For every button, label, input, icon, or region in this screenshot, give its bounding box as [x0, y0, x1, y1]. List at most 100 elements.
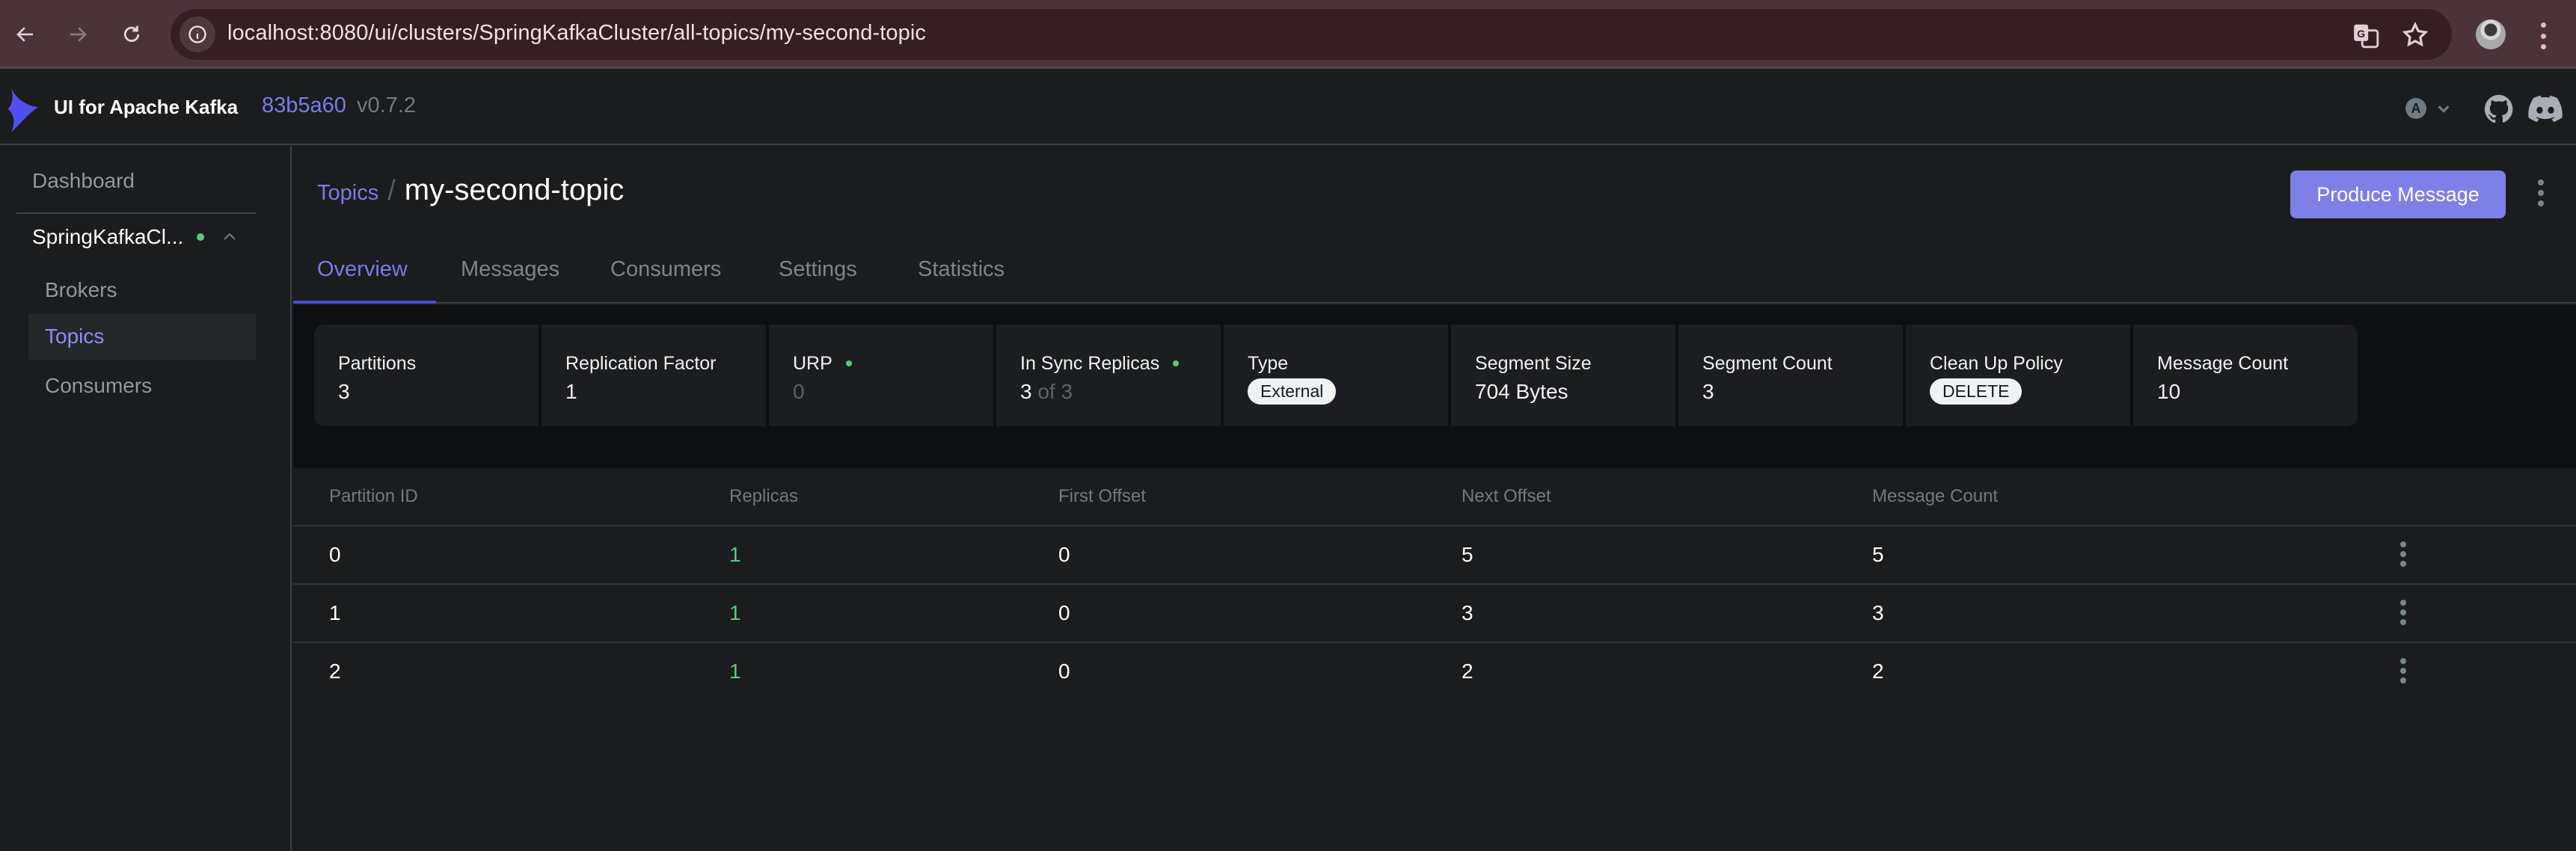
active-tab-indicator [293, 301, 436, 304]
in-sync-total: of 3 [1037, 380, 1073, 403]
address-bar[interactable]: localhost:8080/ui/clusters/SpringKafkaCl… [171, 9, 2452, 60]
metric-label: Partitions [338, 352, 417, 374]
partitions-table: Partition ID Replicas First Offset Next … [293, 468, 2576, 701]
metrics-strip: Partitions 3 Replication Factor 1 URP 0 … [314, 325, 2358, 426]
version-label: v0.7.2 [357, 93, 416, 117]
metric-urp: URP 0 [769, 325, 993, 426]
app-header: UI for Apache Kafka 83b5a60 v0.7.2 A [0, 71, 2576, 145]
column-header-replicas[interactable]: Replicas [729, 486, 798, 507]
metric-value: 3 [1702, 380, 1714, 403]
metric-label: Replication Factor [565, 352, 717, 374]
breadcrumb-topics-link[interactable]: Topics [317, 181, 378, 206]
cluster-name: SpringKafkaCl... [32, 225, 184, 248]
status-dot [1173, 360, 1180, 366]
metric-value: 1 [565, 380, 577, 403]
profile-avatar[interactable] [2476, 19, 2506, 49]
row-more-options-icon[interactable] [2399, 658, 2407, 683]
metric-value: 10 [2157, 380, 2181, 403]
theme-selector[interactable]: A [2405, 98, 2452, 119]
cell-next-offset: 5 [1462, 543, 1473, 566]
metric-clean-up-policy: Clean Up Policy DELETE [1906, 325, 2130, 426]
metric-value: 3 of 3 [1020, 380, 1221, 404]
main-content: Topics / my-second-topic Produce Message… [293, 147, 2576, 851]
table-row: 0 1 0 5 5 [293, 526, 2576, 585]
sidebar-divider [16, 212, 256, 214]
back-arrow-icon[interactable] [10, 19, 40, 49]
discord-icon[interactable] [2528, 95, 2563, 123]
breadcrumb: Topics / my-second-topic [317, 173, 624, 207]
sidebar-cluster-toggle[interactable]: SpringKafkaCl... [32, 225, 239, 249]
tab-overview[interactable]: Overview [317, 257, 408, 302]
kafka-ui-logo-icon[interactable] [6, 87, 42, 132]
status-dot [845, 360, 852, 366]
table-header: Partition ID Replicas First Offset Next … [293, 468, 2576, 526]
svg-text:G: G [2357, 28, 2365, 40]
metric-label: Message Count [2157, 352, 2289, 374]
metric-label: Segment Size [1475, 352, 1592, 374]
cell-partition-id: 1 [329, 601, 341, 624]
clean-up-policy-badge: DELETE [1930, 378, 2023, 405]
column-header-first-offset[interactable]: First Offset [1058, 486, 1146, 507]
table-row: 1 1 0 3 3 [293, 585, 2576, 643]
metric-partitions: Partitions 3 [314, 325, 539, 426]
cell-message-count: 3 [1872, 601, 1884, 624]
metric-label-text: URP [793, 352, 832, 374]
sidebar-item-topics[interactable]: Topics [28, 313, 256, 360]
cell-replicas: 1 [729, 543, 741, 566]
commit-hash-link[interactable]: 83b5a60 [262, 93, 346, 118]
star-icon[interactable] [2401, 21, 2429, 49]
cell-first-offset: 0 [1058, 601, 1070, 624]
cell-first-offset: 0 [1058, 543, 1070, 566]
metric-value: 3 [338, 380, 350, 403]
metric-label: Clean Up Policy [1930, 352, 2063, 374]
metric-in-sync-replicas: In Sync Replicas 3 of 3 [996, 325, 1221, 426]
cell-message-count: 5 [1872, 543, 1884, 566]
chevron-up-icon[interactable] [221, 228, 239, 246]
row-more-options-icon[interactable] [2399, 600, 2407, 625]
metric-label: URP [793, 351, 993, 375]
row-more-options-icon[interactable] [2399, 541, 2407, 567]
column-header-message-count[interactable]: Message Count [1872, 486, 1998, 507]
cell-partition-id: 2 [329, 660, 341, 683]
kebab-menu-icon[interactable] [2539, 22, 2548, 49]
type-badge: External [1248, 378, 1337, 405]
cluster-status-dot [197, 233, 205, 241]
cell-replicas: 1 [729, 660, 741, 683]
cell-message-count: 2 [1872, 660, 1884, 683]
page-title: my-second-topic [404, 173, 625, 206]
translate-icon[interactable]: G [2352, 21, 2380, 49]
metric-label-text: In Sync Replicas [1020, 352, 1160, 374]
topic-tabs: Overview Messages Consumers Settings Sta… [293, 251, 2576, 304]
metric-message-count: Message Count 10 [2133, 325, 2358, 426]
github-icon[interactable] [2483, 93, 2515, 125]
metric-value: 704 Bytes [1475, 380, 1568, 403]
site-info-icon[interactable] [180, 16, 215, 52]
column-header-next-offset[interactable]: Next Offset [1462, 486, 1551, 507]
sidebar-item-consumers[interactable]: Consumers [28, 363, 256, 409]
tab-settings[interactable]: Settings [779, 257, 857, 302]
url-text[interactable]: localhost:8080/ui/clusters/SpringKafkaCl… [227, 21, 926, 46]
cell-next-offset: 3 [1462, 601, 1473, 624]
metric-segment-count: Segment Count 3 [1678, 325, 1903, 426]
reload-icon[interactable] [117, 19, 147, 49]
tab-consumers[interactable]: Consumers [610, 257, 721, 302]
metric-label: Segment Count [1702, 352, 1833, 374]
theme-auto-icon: A [2405, 98, 2426, 119]
sidebar: Dashboard SpringKafkaCl... Brokers Topic… [0, 147, 292, 851]
sidebar-item-dashboard[interactable]: Dashboard [32, 169, 135, 193]
metric-value: 0 [793, 380, 805, 403]
tab-messages[interactable]: Messages [461, 257, 559, 302]
produce-message-button[interactable]: Produce Message [2290, 170, 2506, 218]
column-header-partition-id[interactable]: Partition ID [329, 486, 418, 507]
cell-next-offset: 2 [1462, 660, 1473, 683]
topic-more-options-icon[interactable] [2537, 179, 2545, 206]
cell-first-offset: 0 [1058, 660, 1070, 683]
app-title[interactable]: UI for Apache Kafka [54, 96, 238, 119]
breadcrumb-separator: / [387, 175, 396, 206]
browser-toolbar: localhost:8080/ui/clusters/SpringKafkaCl… [0, 0, 2576, 69]
tab-statistics[interactable]: Statistics [918, 257, 1005, 302]
sidebar-item-brokers[interactable]: Brokers [28, 267, 256, 313]
cell-partition-id: 0 [329, 543, 341, 566]
forward-arrow-icon[interactable] [63, 19, 93, 49]
table-row: 2 1 0 2 2 [293, 643, 2576, 701]
